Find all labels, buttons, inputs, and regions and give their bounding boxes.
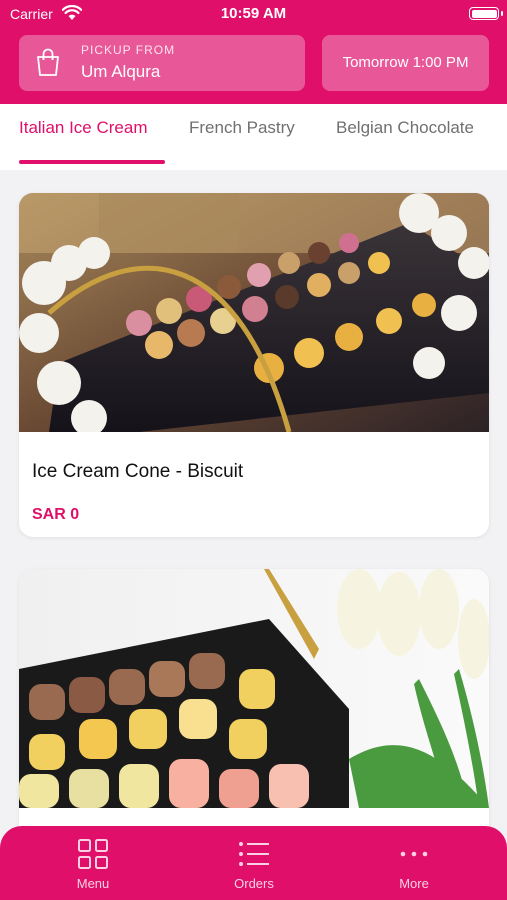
nav-orders-label: Orders	[234, 876, 274, 891]
product-list: Ice Cream Cone - Biscuit SAR 0	[0, 170, 507, 900]
tab-belgian-chocolate[interactable]: Belgian Chocolate	[336, 118, 474, 138]
nav-more[interactable]: More	[364, 838, 464, 891]
grid-icon	[78, 839, 108, 869]
status-time: 10:59 AM	[220, 5, 287, 22]
list-icon	[239, 842, 269, 866]
status-bar: Carrier 10:59 AM	[0, 0, 507, 28]
nav-menu[interactable]: Menu	[43, 838, 143, 891]
category-tabs: Italian Ice Cream French Pastry Belgian …	[0, 104, 507, 170]
pickup-time-selector[interactable]: Tomorrow 1:00 PM	[322, 35, 489, 91]
shopping-bag-icon	[37, 48, 59, 76]
nav-more-label: More	[399, 876, 429, 891]
battery-icon	[469, 7, 503, 20]
product-title: Ice Cream Cone - Biscuit	[32, 461, 244, 482]
active-tab-indicator	[19, 160, 165, 164]
app-header: Carrier 10:59 AM PICKUP FROM Um Alqura T…	[0, 0, 507, 104]
more-dots-icon	[400, 851, 428, 857]
nav-orders[interactable]: Orders	[204, 838, 304, 891]
nav-menu-label: Menu	[76, 876, 110, 891]
pickup-location-selector[interactable]: PICKUP FROM Um Alqura	[19, 35, 305, 91]
product-price: SAR 0	[32, 506, 80, 523]
product-image	[19, 569, 489, 808]
pickup-location: Um Alqura	[81, 62, 161, 81]
bottom-navigation: Menu Orders More	[0, 826, 507, 900]
product-image	[19, 193, 489, 432]
pickup-label: PICKUP FROM	[81, 43, 176, 57]
tab-french-pastry[interactable]: French Pastry	[189, 118, 295, 138]
tab-italian-ice-cream[interactable]: Italian Ice Cream	[19, 118, 148, 138]
product-card[interactable]: Ice Cream Cone - Biscuit SAR 0	[19, 193, 489, 537]
